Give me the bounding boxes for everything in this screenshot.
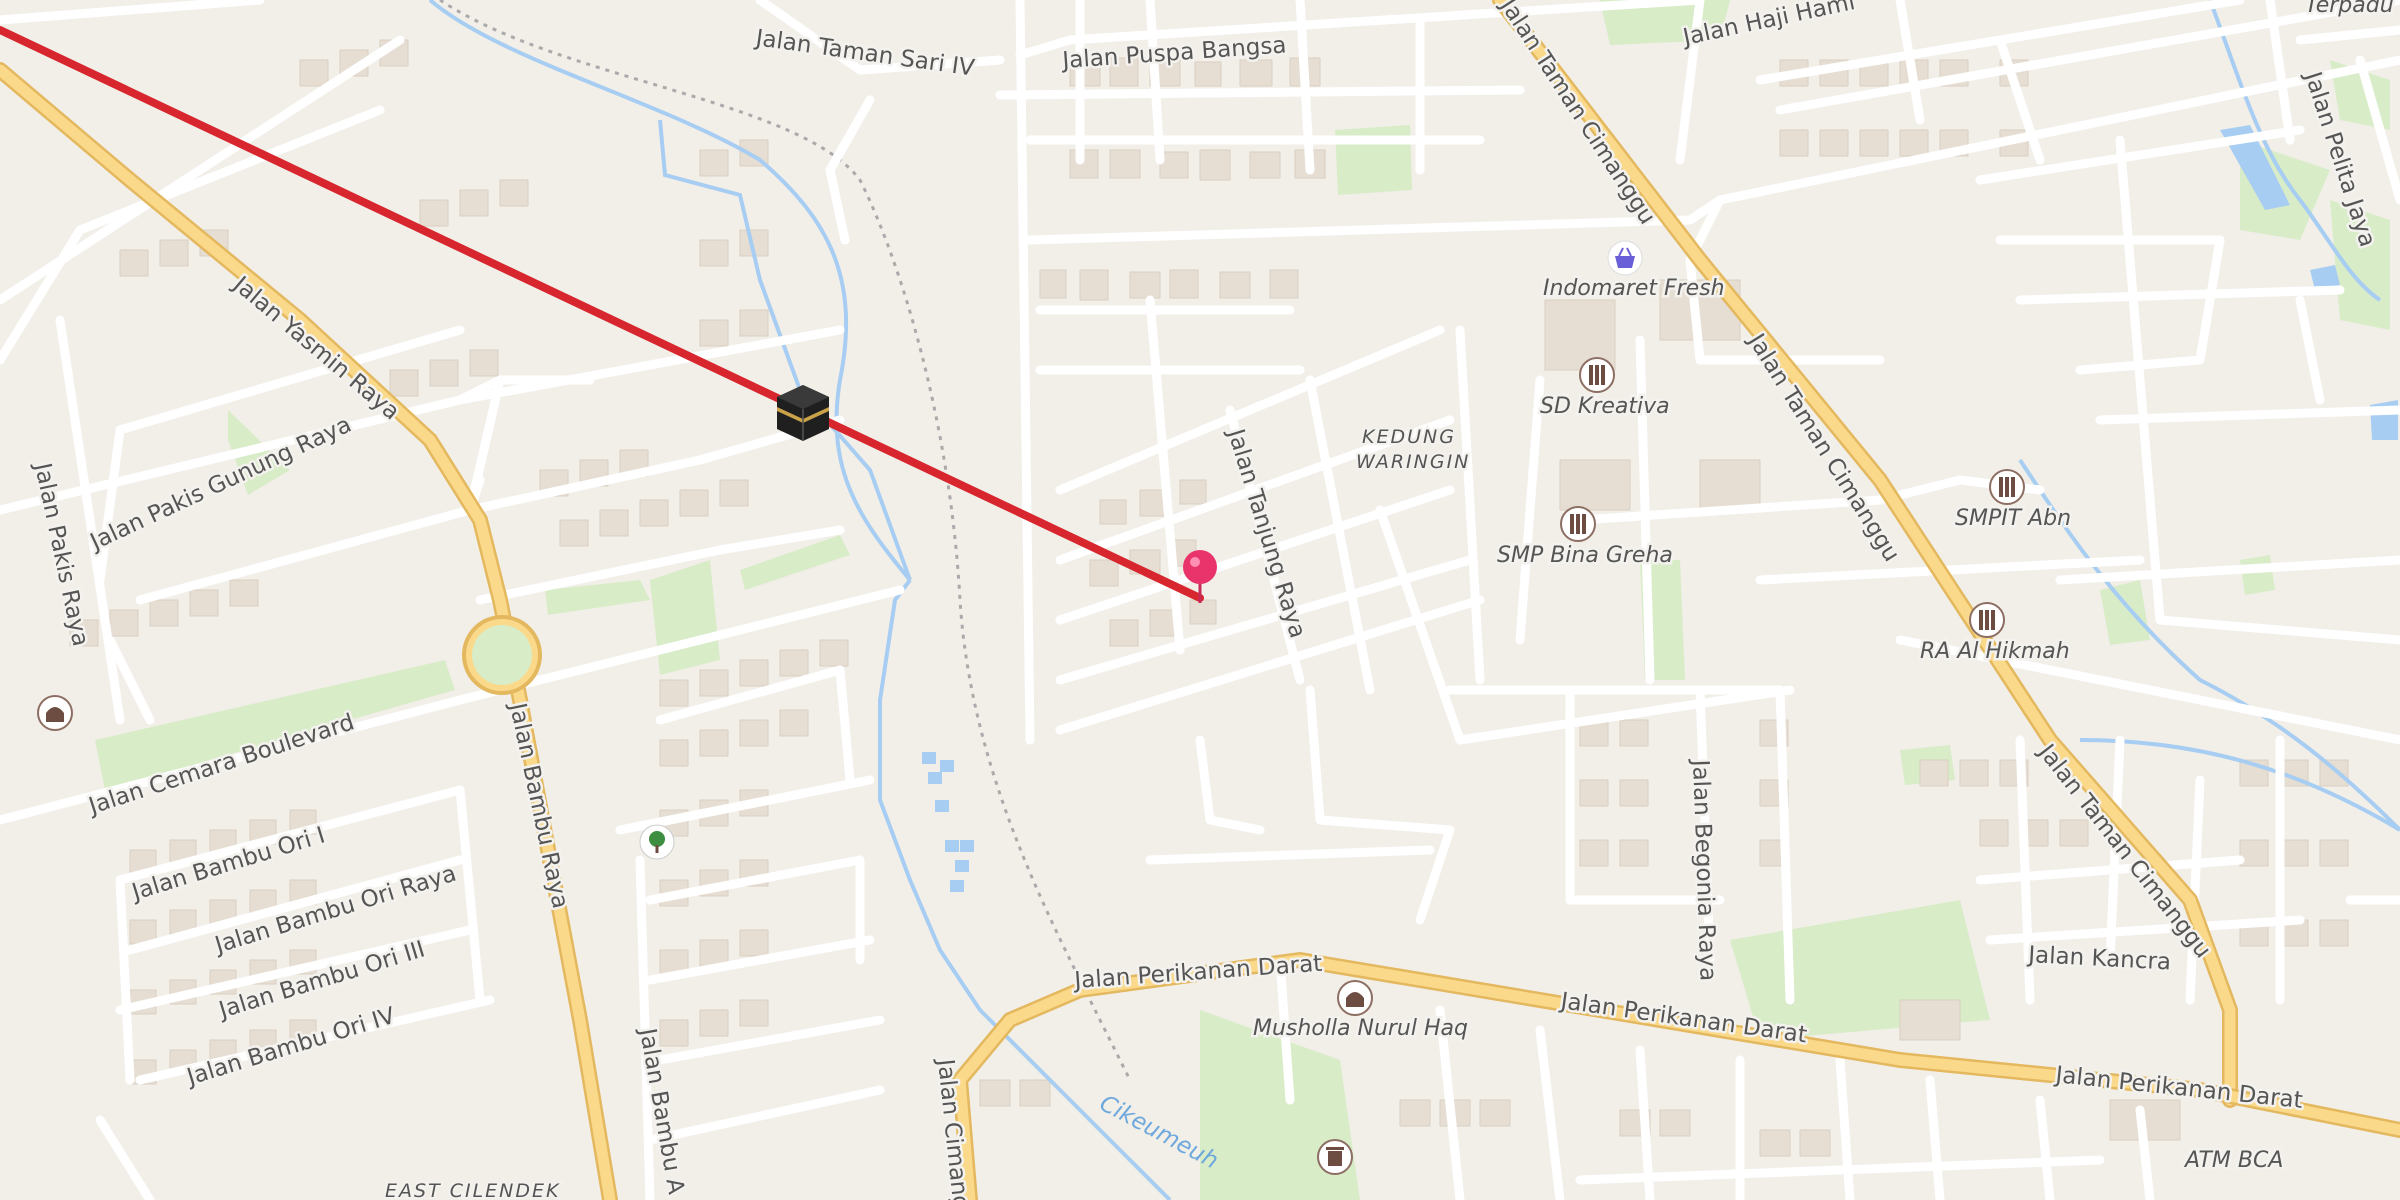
poi-label[interactable]: SMP Bina Greha: [1495, 541, 1676, 571]
poi-label[interactable]: SMPIT Abn: [1953, 504, 2074, 534]
school-icon[interactable]: [1969, 602, 2005, 638]
shopping-basket-icon[interactable]: [1607, 240, 1643, 276]
poi-label[interactable]: Musholla Nurul Haq: [1251, 1014, 1471, 1044]
mosque-icon[interactable]: [37, 695, 73, 731]
poi-label[interactable]: Indomaret Fresh: [1541, 274, 1728, 304]
poi-label[interactable]: SD Kreativa: [1538, 392, 1673, 422]
area-label: KEDUNG: [1362, 426, 1456, 448]
waste-basket-icon[interactable]: [1317, 1139, 1353, 1175]
tree-icon[interactable]: [639, 824, 675, 860]
area-label: WARINGIN: [1356, 451, 1470, 473]
poi-label[interactable]: ATM BCA: [2181, 1146, 2286, 1176]
street-label: Terpadu: [2305, 0, 2394, 18]
roundabout-center: [472, 625, 532, 685]
school-icon[interactable]: [1560, 506, 1596, 542]
area-label: EAST CILENDEK: [385, 1180, 560, 1200]
map-canvas[interactable]: Jalan Taman Sari IV Jalan Puspa Bangsa J…: [0, 0, 2400, 1200]
mosque-icon[interactable]: [1337, 980, 1373, 1016]
school-icon[interactable]: [1989, 469, 2025, 505]
poi-label[interactable]: RA Al Hikmah: [1918, 637, 2073, 667]
school-icon[interactable]: [1579, 357, 1615, 393]
